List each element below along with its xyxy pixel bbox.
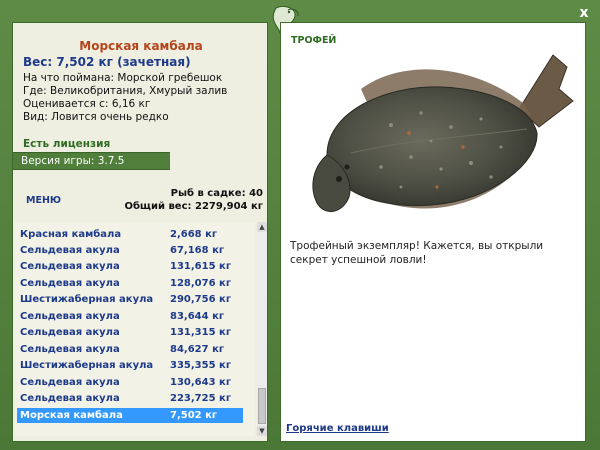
flounder-fish-image xyxy=(312,54,574,212)
trophy-label: ТРОФЕЙ xyxy=(291,35,337,46)
hotkeys-link[interactable]: Горячие клавиши xyxy=(286,423,389,434)
trophy-message: Трофейный экземпляр! Кажется, вы открыли… xyxy=(290,240,544,266)
catch-name: Сельдевая акула xyxy=(20,393,120,404)
catch-name: Сельдевая акула xyxy=(20,311,120,322)
keepnet-count: Рыб в садке: 40 xyxy=(170,188,263,199)
menu-button[interactable]: МЕНЮ xyxy=(26,195,61,206)
location-info: Где: Великобритания, Хмурый залив xyxy=(23,85,228,97)
scroll-down-arrow-icon[interactable]: ▼ xyxy=(257,426,267,436)
catch-name: Сельдевая акула xyxy=(20,327,120,338)
catch-name: Морская камбала xyxy=(20,410,123,421)
fish-name: Морская камбала xyxy=(79,39,203,53)
catch-weight: 2,668 кг xyxy=(170,229,218,240)
catch-name: Сельдевая акула xyxy=(20,261,120,272)
catch-list-row[interactable]: Красная камбала 2,668 кг xyxy=(17,227,243,242)
catch-weight: 131,315 кг xyxy=(170,327,232,338)
catch-list-row[interactable]: Сельдевая акула 84,627 кг xyxy=(17,342,243,357)
rarity-info: Вид: Ловится очень редко xyxy=(23,111,169,123)
catch-list-row[interactable]: Сельдевая акула 131,315 кг xyxy=(17,325,243,340)
keepnet-total-weight: Общий вес: 2279,904 кг xyxy=(124,201,263,212)
version-bar: Версия игры: 3.7.5 xyxy=(13,152,170,170)
catch-weight: 130,643 кг xyxy=(170,377,232,388)
catch-name: Шестижаберная акула xyxy=(20,360,154,371)
version-label: Версия игры: 3.7.5 xyxy=(21,155,125,167)
catch-weight: 128,076 кг xyxy=(170,278,232,289)
catch-weight: 84,627 кг xyxy=(170,344,225,355)
license-status: Есть лицензия xyxy=(23,138,111,150)
scroll-thumb[interactable] xyxy=(258,388,266,424)
catch-list-row[interactable]: Сельдевая акула 128,076 кг xyxy=(17,276,243,291)
catch-list-row[interactable]: Сельдевая акула 131,615 кг xyxy=(17,259,243,274)
catch-list-row[interactable]: Сельдевая акула 223,725 кг xyxy=(17,391,243,406)
catch-weight: 67,168 кг xyxy=(170,245,225,256)
catch-name: Красная камбала xyxy=(20,229,122,240)
catch-list-row-selected[interactable]: Морская камбала 7,502 кг xyxy=(17,408,243,423)
catch-list-scrollbar[interactable]: ▲ ▼ xyxy=(257,222,267,436)
scroll-up-arrow-icon[interactable]: ▲ xyxy=(257,222,267,232)
catch-name: Сельдевая акула xyxy=(20,344,120,355)
bait-info: На что поймана: Морской гребешок xyxy=(23,72,223,84)
catch-list-row[interactable]: Сельдевая акула 130,643 кг xyxy=(17,375,243,390)
fish-weight: Вес: 7,502 кг (зачетная) xyxy=(23,55,191,69)
trophy-panel: ТРОФЕЙ Трофейный экземпляр! Кажется, вы … xyxy=(280,22,586,442)
catch-info-panel: Морская камбала Вес: 7,502 кг (зачетная)… xyxy=(12,22,268,442)
catch-name: Сельдевая акула xyxy=(20,245,120,256)
close-button[interactable]: x xyxy=(576,5,592,21)
catch-list-row[interactable]: Сельдевая акула 67,168 кг xyxy=(17,243,243,258)
catch-name: Сельдевая акула xyxy=(20,278,120,289)
catch-list-row[interactable]: Шестижаберная акула 290,756 кг xyxy=(17,292,243,307)
valuation-info: Оценивается с: 6,16 кг xyxy=(23,98,151,110)
catch-weight: 131,615 кг xyxy=(170,261,232,272)
catch-list-row[interactable]: Шестижаберная акула 335,355 кг xyxy=(17,358,243,373)
catch-name: Сельдевая акула xyxy=(20,377,120,388)
catch-weight: 335,355 кг xyxy=(170,360,232,371)
catch-weight: 223,725 кг xyxy=(170,393,232,404)
catch-weight: 290,756 кг xyxy=(170,294,232,305)
catch-list-row[interactable]: Сельдевая акула 83,644 кг xyxy=(17,309,243,324)
catch-list: Красная камбала 2,668 кг Сельдевая акула… xyxy=(15,222,255,436)
catch-weight: 7,502 кг xyxy=(170,410,218,421)
catch-name: Шестижаберная акула xyxy=(20,294,154,305)
catch-weight: 83,644 кг xyxy=(170,311,225,322)
